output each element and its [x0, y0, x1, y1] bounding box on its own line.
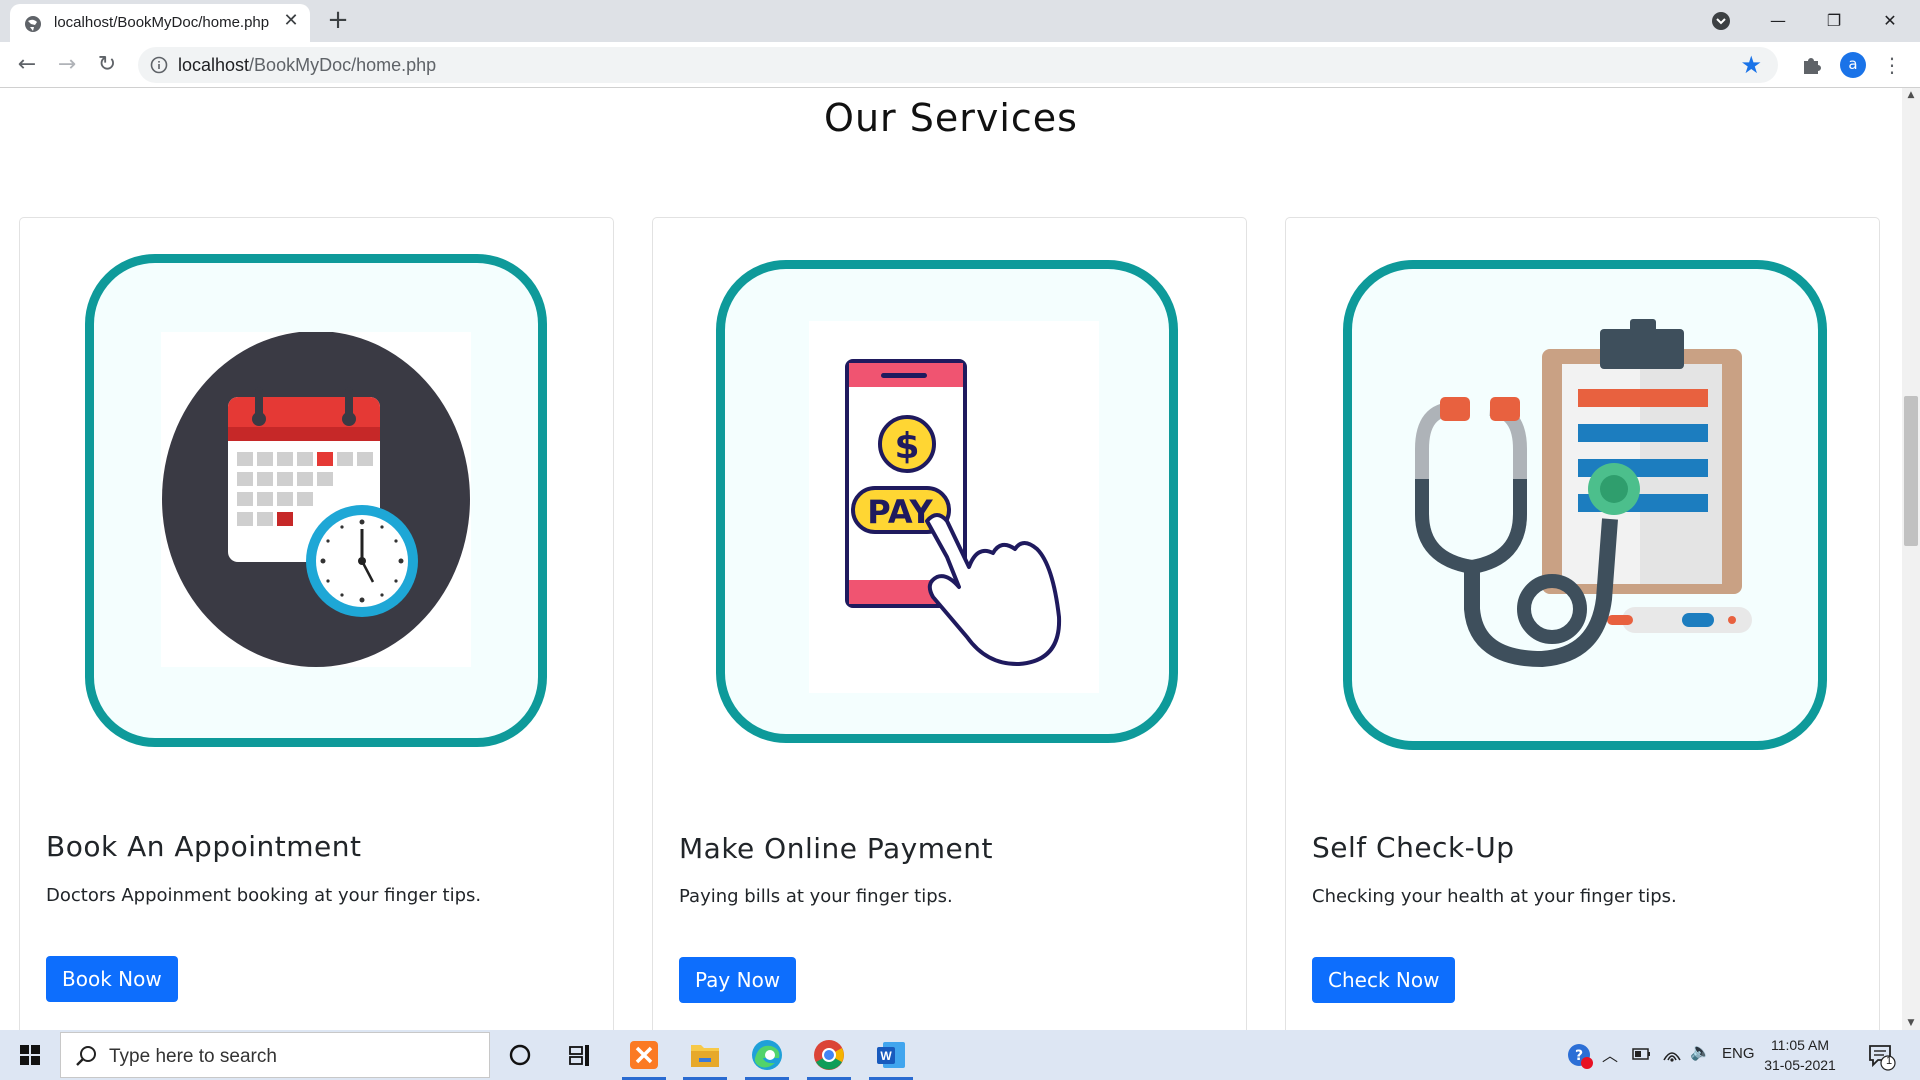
- cortana-icon[interactable]: [494, 1036, 546, 1074]
- chrome-icon: [814, 1040, 844, 1070]
- scrollbar-thumb[interactable]: [1904, 396, 1918, 546]
- word-icon: W: [877, 1042, 905, 1068]
- xampp-app-icon[interactable]: [618, 1036, 670, 1080]
- browser-tab[interactable]: localhost/BookMyDoc/home.php ✕: [10, 4, 310, 42]
- page-scrollbar[interactable]: ▲ ▼: [1902, 88, 1920, 1030]
- pay-now-button[interactable]: Pay Now: [679, 957, 797, 1003]
- service-card-payment: $ PAY Make Online Payment Paying bills a…: [652, 217, 1247, 1030]
- clock-date: 31-05-2021: [1764, 1057, 1836, 1073]
- search-icon: [76, 1046, 96, 1066]
- clock-time: 11:05 AM: [1770, 1037, 1830, 1053]
- folder-icon: [691, 1045, 719, 1067]
- service-card-appointment: Book An Appointment Doctors Appoinment b…: [19, 217, 614, 1030]
- address-bar[interactable]: localhost/BookMyDoc/home.php ★: [138, 47, 1778, 83]
- forward-icon[interactable]: →: [52, 50, 82, 80]
- back-icon[interactable]: ←: [12, 50, 42, 80]
- bookmark-star-icon[interactable]: ★: [1740, 52, 1762, 78]
- mobile-pay-icon: $ PAY: [845, 359, 1062, 667]
- windows-taskbar: Type here to search W ? ︿ 🔈 ENG 11:05 AM…: [0, 1030, 1920, 1080]
- calendar-clock-icon: [162, 332, 470, 667]
- edge-icon: [752, 1040, 782, 1070]
- minimize-icon[interactable]: —: [1758, 6, 1798, 36]
- battery-icon[interactable]: [1632, 1047, 1652, 1061]
- notification-count: 1: [1885, 1055, 1893, 1067]
- search-placeholder: Type here to search: [109, 1046, 277, 1067]
- chevron-up-icon[interactable]: ︿: [1602, 1042, 1618, 1066]
- chrome-app-icon[interactable]: [803, 1036, 855, 1080]
- page-viewport: Our Services Book An Appointment Doctors…: [0, 88, 1902, 1030]
- svg-text:W: W: [880, 1049, 892, 1063]
- card-image-frame: [85, 254, 547, 747]
- card-title: Self Check-Up: [1312, 831, 1515, 864]
- taskbar-search-input[interactable]: Type here to search: [60, 1032, 490, 1078]
- card-title: Make Online Payment: [679, 832, 993, 865]
- tab-title: localhost/BookMyDoc/home.php: [54, 14, 270, 31]
- task-view-icon[interactable]: [554, 1036, 606, 1074]
- card-description: Paying bills at your finger tips.: [679, 886, 953, 907]
- profile-avatar[interactable]: a: [1840, 52, 1866, 78]
- check-now-button[interactable]: Check Now: [1312, 957, 1456, 1003]
- file-explorer-app-icon[interactable]: [679, 1036, 731, 1080]
- book-now-button[interactable]: Book Now: [46, 956, 178, 1002]
- help-alert-icon[interactable]: ?: [1566, 1042, 1594, 1070]
- globe-icon: [25, 16, 41, 32]
- browser-menu-icon[interactable]: ⋮: [1882, 51, 1902, 79]
- page-title: Our Services: [824, 96, 1078, 140]
- extensions-puzzle-icon[interactable]: [1800, 54, 1822, 76]
- site-info-icon[interactable]: [150, 56, 168, 74]
- tab-strip: localhost/BookMyDoc/home.php ✕ + — ❐ ✕: [0, 0, 1920, 42]
- card-title: Book An Appointment: [46, 830, 362, 863]
- new-tab-button[interactable]: +: [323, 5, 353, 35]
- edge-app-icon[interactable]: [741, 1036, 793, 1080]
- wifi-icon[interactable]: [1662, 1044, 1682, 1064]
- reload-icon[interactable]: ↻: [92, 50, 122, 80]
- language-indicator[interactable]: ENG: [1722, 1045, 1755, 1062]
- taskbar-clock[interactable]: 11:05 AM 31-05-2021: [1760, 1035, 1840, 1075]
- card-description: Checking your health at your finger tips…: [1312, 886, 1677, 907]
- volume-icon[interactable]: 🔈: [1690, 1042, 1711, 1062]
- pay-label: PAY: [867, 493, 933, 531]
- card-description: Doctors Appoinment booking at your finge…: [46, 885, 482, 906]
- restore-icon[interactable]: ❐: [1814, 6, 1854, 36]
- service-card-checkup: Self Check-Up Checking your health at yo…: [1285, 217, 1880, 1030]
- stethoscope-clipboard-icon: [1415, 319, 1752, 668]
- browser-toolbar: ← → ↻ localhost/BookMyDoc/home.php ★ a ⋮: [0, 42, 1920, 88]
- windows-start-icon[interactable]: [10, 1040, 50, 1070]
- tab-search-icon[interactable]: [1711, 11, 1731, 31]
- scroll-down-icon[interactable]: ▼: [1902, 1018, 1920, 1028]
- word-app-icon[interactable]: W: [865, 1036, 917, 1080]
- card-image-frame: [1343, 260, 1827, 750]
- xampp-icon: [630, 1041, 658, 1069]
- window-close-icon[interactable]: ✕: [1870, 6, 1910, 36]
- scroll-up-icon[interactable]: ▲: [1902, 90, 1920, 100]
- close-tab-icon[interactable]: ✕: [280, 10, 302, 32]
- dollar-sign-label: $: [894, 426, 919, 467]
- url-text: localhost/BookMyDoc/home.php: [178, 55, 437, 75]
- card-image-frame: $ PAY: [716, 260, 1178, 743]
